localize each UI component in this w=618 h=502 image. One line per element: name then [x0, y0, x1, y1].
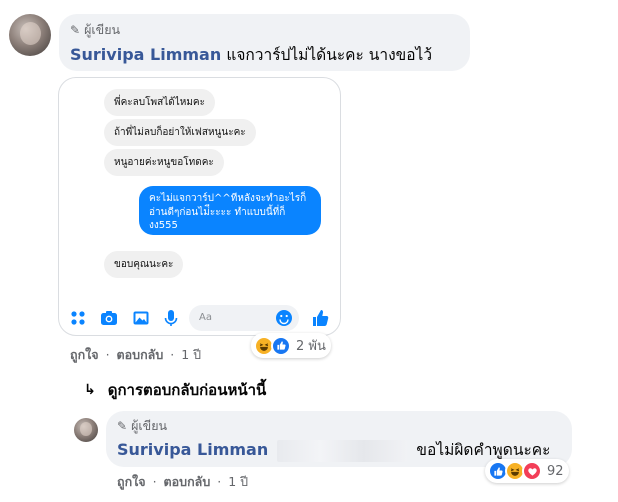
- like-link[interactable]: ถูกใจ: [117, 474, 146, 489]
- timestamp-link[interactable]: 1 ปี: [228, 474, 248, 489]
- emoji-icon: [275, 309, 293, 327]
- comment-actions: ถูกใจ · ตอบกลับ · 1 ปี: [117, 472, 248, 492]
- reaction-summary[interactable]: 92: [485, 459, 569, 483]
- separator-dot: ·: [170, 347, 175, 362]
- author-name-link[interactable]: Surivipa Limman: [70, 45, 221, 64]
- separator-dot: ·: [105, 347, 110, 362]
- reply-arrow-icon: ↳: [84, 382, 96, 398]
- messenger-input-bar: Aa: [59, 301, 340, 335]
- image-icon: [132, 309, 150, 327]
- separator-dot: ·: [152, 474, 157, 489]
- chat-message-outgoing: คะไม่แจกวาร์ป^^ทีหลังจะทำอะไรก็อ่านดีๆก่…: [139, 186, 321, 235]
- author-badge-label: ผู้เขียน: [84, 22, 121, 37]
- thumbs-up-icon: [311, 309, 329, 327]
- reaction-summary[interactable]: 2 พัน: [251, 333, 331, 358]
- pencil-icon: ✎: [117, 419, 128, 433]
- attached-screenshot[interactable]: พี่คะลบโพสได้ไหมคะ ถ้าพี่ไม่ลบก็อย่าให้เ…: [58, 77, 341, 336]
- camera-icon: [100, 309, 118, 327]
- comment-actions: ถูกใจ · ตอบกลับ · 1 ปี: [70, 345, 201, 365]
- separator-dot: ·: [217, 474, 222, 489]
- reaction-count: 92: [547, 463, 564, 479]
- pencil-icon: ✎: [70, 23, 81, 37]
- apps-icon: [69, 309, 87, 327]
- author-name-link[interactable]: Surivipa Limman: [117, 440, 268, 459]
- view-previous-label: ดูการตอบกลับก่อนหน้านี้: [107, 381, 267, 399]
- avatar[interactable]: [74, 418, 98, 442]
- timestamp-link[interactable]: 1 ปี: [181, 347, 201, 362]
- like-icon: [271, 335, 291, 356]
- comment-text: ขอไม่ผิดคำพูดนะคะ: [416, 441, 551, 459]
- author-badge-label: ผู้เขียน: [131, 418, 168, 433]
- reply-link[interactable]: ตอบกลับ: [164, 474, 211, 489]
- chat-message-incoming: ขอบคุณนะคะ: [104, 251, 184, 278]
- love-icon: [522, 461, 542, 481]
- view-previous-replies[interactable]: ↳ ดูการตอบกลับก่อนหน้านี้: [84, 378, 266, 402]
- author-badge: ✎ ผู้เขียน: [70, 20, 120, 40]
- reply-link[interactable]: ตอบกลับ: [117, 347, 164, 362]
- redacted-text-block: [277, 439, 408, 462]
- reaction-count: 2 พัน: [296, 339, 326, 354]
- comment-text: แจกวาร์ปไม่ได้นะคะ นางขอไว้: [226, 46, 433, 64]
- chat-message-incoming: หนูอายค่ะหนูขอโทดคะ: [104, 149, 224, 176]
- comment-bubble: ✎ ผู้เขียน Surivipa Limman แจกวาร์ปไม่ได…: [59, 14, 470, 71]
- avatar[interactable]: [9, 14, 51, 56]
- microphone-icon: [162, 309, 180, 327]
- chat-message-incoming: พี่คะลบโพสได้ไหมคะ: [104, 89, 215, 116]
- like-link[interactable]: ถูกใจ: [70, 347, 99, 362]
- author-badge: ✎ ผู้เขียน: [117, 416, 167, 436]
- chat-message-incoming: ถ้าพี่ไม่ลบก็อย่าให้เฟสหนูนะคะ: [104, 119, 256, 146]
